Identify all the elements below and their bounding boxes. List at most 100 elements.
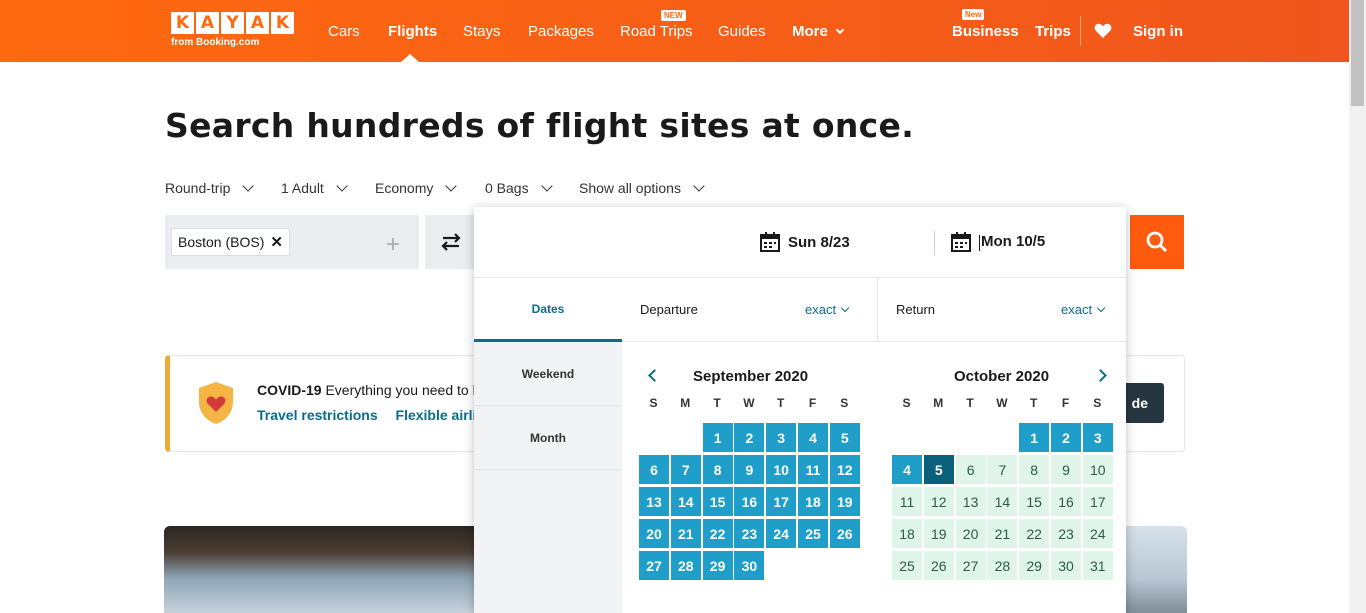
calendar-day[interactable]: 13 <box>639 487 669 516</box>
calendar-day[interactable]: 8 <box>702 455 733 484</box>
calendar-day[interactable]: 8 <box>1019 455 1050 484</box>
calendar-day[interactable]: 29 <box>1019 551 1050 580</box>
calendar-day[interactable]: 4 <box>798 423 828 452</box>
calendar-day[interactable]: 3 <box>766 423 797 452</box>
calendar-day[interactable]: 9 <box>734 455 765 484</box>
calendar-day[interactable]: 15 <box>1019 487 1050 516</box>
nav-packages[interactable]: Packages <box>528 23 594 40</box>
calendar-day[interactable]: 26 <box>923 551 954 580</box>
calendar-day[interactable]: 1 <box>1019 423 1050 452</box>
departure-date-field[interactable]: Sun 8/23 <box>760 232 850 252</box>
tab-weekend[interactable]: Weekend <box>474 342 622 406</box>
calendar-day[interactable]: 25 <box>798 519 828 548</box>
calendar-day[interactable]: 26 <box>829 519 860 548</box>
calendar-day[interactable]: 14 <box>670 487 701 516</box>
calendar-day[interactable]: 3 <box>1082 423 1113 452</box>
calendar-day[interactable]: 19 <box>923 519 954 548</box>
calendar-day[interactable]: 30 <box>734 551 765 580</box>
calendar-day[interactable]: 31 <box>1082 551 1113 580</box>
calendar-day[interactable]: 6 <box>955 455 986 484</box>
calendar-day[interactable]: 21 <box>987 519 1018 548</box>
calendar-day[interactable]: 28 <box>987 551 1018 580</box>
calendar-day[interactable]: 5 <box>923 455 954 484</box>
calendar-day[interactable]: 22 <box>1019 519 1050 548</box>
origin-chip: Boston (BOS) ✕ <box>171 228 290 256</box>
cabin-class-select[interactable]: Economy <box>375 180 458 196</box>
tab-dates[interactable]: Dates <box>474 278 622 342</box>
nav-cars[interactable]: Cars <box>328 23 360 40</box>
swap-icon <box>441 233 461 251</box>
calendar-day[interactable]: 20 <box>639 519 669 548</box>
calendar-day[interactable]: 28 <box>670 551 701 580</box>
departure-exact-select[interactable]: exact <box>805 302 850 317</box>
calendar-day[interactable]: 10 <box>1082 455 1113 484</box>
nav-road-trips[interactable]: Road Trips <box>620 23 693 40</box>
calendar-day[interactable]: 15 <box>702 487 733 516</box>
kayak-logo[interactable]: KAYAK from Booking.com <box>171 12 296 48</box>
calendar-day[interactable]: 12 <box>829 455 860 484</box>
calendar-day[interactable]: 16 <box>734 487 765 516</box>
previous-month-arrow-icon[interactable] <box>648 369 661 382</box>
calendar-day[interactable]: 23 <box>1051 519 1081 548</box>
show-all-options[interactable]: Show all options <box>579 180 705 196</box>
return-exact-select[interactable]: exact <box>1061 302 1106 317</box>
calendar-day[interactable]: 13 <box>955 487 986 516</box>
calendar-day[interactable]: 20 <box>955 519 986 548</box>
flexible-airlines-link[interactable]: Flexible airlin <box>396 407 485 423</box>
bags-select[interactable]: 0 Bags <box>485 180 553 196</box>
nav-flights[interactable]: Flights <box>388 23 437 40</box>
calendar-day[interactable]: 7 <box>987 455 1018 484</box>
calendar-day[interactable]: 29 <box>702 551 733 580</box>
calendar-day[interactable]: 9 <box>1051 455 1081 484</box>
calendar-day[interactable]: 27 <box>639 551 669 580</box>
calendar-day[interactable]: 1 <box>702 423 733 452</box>
return-date-field[interactable]: Mon 10/5 <box>951 232 1045 252</box>
calendar-day[interactable]: 2 <box>1051 423 1081 452</box>
calendar-day[interactable]: 19 <box>829 487 860 516</box>
calendar-day[interactable]: 23 <box>734 519 765 548</box>
origin-field[interactable]: Boston (BOS) ✕ + <box>165 215 419 269</box>
travelers-select[interactable]: 1 Adult <box>281 180 348 196</box>
scrollbar-thumb[interactable] <box>1351 0 1364 106</box>
calendar-day[interactable]: 7 <box>670 455 701 484</box>
calendar-day[interactable]: 24 <box>766 519 797 548</box>
swap-button[interactable] <box>425 215 477 269</box>
calendar-day[interactable]: 30 <box>1051 551 1081 580</box>
search-button[interactable] <box>1130 215 1184 269</box>
calendar-day[interactable]: 11 <box>798 455 828 484</box>
nav-stays[interactable]: Stays <box>463 23 501 40</box>
calendar-day[interactable]: 17 <box>1082 487 1113 516</box>
calendar-day[interactable]: 17 <box>766 487 797 516</box>
nav-trips[interactable]: Trips <box>1035 23 1071 40</box>
calendar-day[interactable]: 5 <box>829 423 860 452</box>
calendar-day[interactable]: 2 <box>734 423 765 452</box>
calendar-day[interactable]: 10 <box>766 455 797 484</box>
travel-restrictions-link[interactable]: Travel restrictions <box>257 407 378 423</box>
calendar-day[interactable]: 12 <box>923 487 954 516</box>
next-month-arrow-icon[interactable] <box>1094 369 1107 382</box>
calendar-day[interactable]: 16 <box>1051 487 1081 516</box>
trip-type-select[interactable]: Round-trip <box>165 180 255 196</box>
calendar-day[interactable]: 4 <box>892 455 922 484</box>
top-navigation-bar: KAYAK from Booking.com Cars Flights Stay… <box>0 0 1349 62</box>
calendar-day[interactable]: 6 <box>639 455 669 484</box>
calendar-day[interactable]: 18 <box>892 519 922 548</box>
date-mode-tabs: Dates Weekend Month <box>474 278 622 613</box>
calendar-day[interactable]: 27 <box>955 551 986 580</box>
calendar-day[interactable]: 24 <box>1082 519 1113 548</box>
tab-month[interactable]: Month <box>474 406 622 470</box>
return-label: Return <box>896 302 936 317</box>
nav-guides[interactable]: Guides <box>718 23 766 40</box>
calendar-day[interactable]: 25 <box>892 551 922 580</box>
heart-icon[interactable] <box>1094 22 1112 44</box>
calendar-day[interactable]: 14 <box>987 487 1018 516</box>
nav-business[interactable]: Business <box>952 23 1019 40</box>
calendar-day[interactable]: 18 <box>798 487 828 516</box>
close-icon[interactable]: ✕ <box>270 233 283 251</box>
calendar-day[interactable]: 21 <box>670 519 701 548</box>
add-origin-icon[interactable]: + <box>386 231 400 259</box>
calendar-day[interactable]: 22 <box>702 519 733 548</box>
sign-in-link[interactable]: Sign in <box>1133 23 1183 40</box>
nav-more[interactable]: More <box>792 23 845 40</box>
calendar-day[interactable]: 11 <box>892 487 922 516</box>
